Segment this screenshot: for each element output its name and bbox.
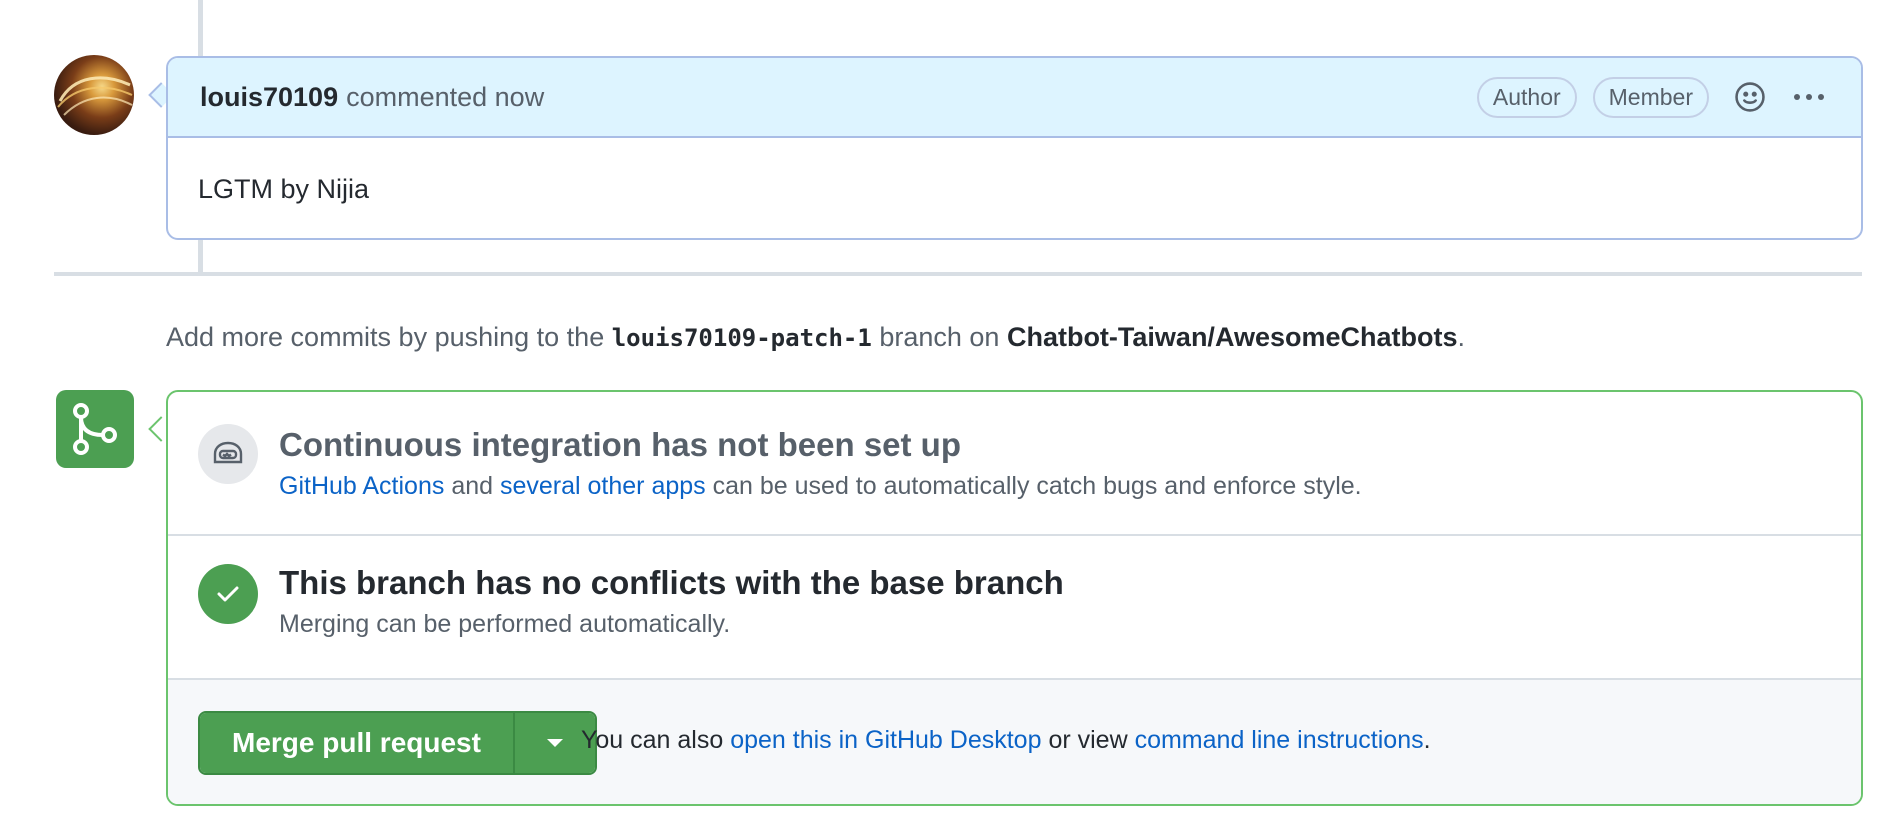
author-badge: Author bbox=[1476, 76, 1577, 118]
alt-suffix: . bbox=[1423, 726, 1431, 754]
branch-name: louis70109-patch-1 bbox=[611, 324, 872, 352]
comment-header-actions: Author Member bbox=[1461, 76, 1827, 118]
kebab-horizontal-icon[interactable] bbox=[1791, 91, 1827, 103]
ci-and-text: and bbox=[451, 472, 494, 500]
ci-description: GitHub Actions and several other apps ca… bbox=[279, 472, 1362, 501]
merge-pull-request-button[interactable]: Merge pull request bbox=[200, 713, 515, 773]
github-actions-link[interactable]: GitHub Actions bbox=[279, 472, 444, 500]
merge-button-group: Merge pull request bbox=[198, 711, 597, 775]
conflict-title: This branch has no conflicts with the ba… bbox=[279, 564, 1064, 601]
robot-icon bbox=[198, 424, 258, 484]
merge-alternatives-text: You can also open this in GitHub Desktop… bbox=[581, 726, 1431, 755]
comment-author[interactable]: louis70109 bbox=[200, 82, 338, 113]
member-badge: Member bbox=[1592, 76, 1709, 118]
alt-prefix: You can also bbox=[581, 726, 724, 754]
push-hint-prefix: Add more commits by pushing to the bbox=[166, 322, 605, 352]
alt-middle: or view bbox=[1048, 726, 1128, 754]
comment-header: louis70109 commented now Author Member bbox=[168, 58, 1861, 138]
triangle-down-icon bbox=[546, 739, 563, 747]
merge-box: Continuous integration has not been set … bbox=[166, 390, 1863, 806]
ci-title: Continuous integration has not been set … bbox=[279, 426, 961, 463]
github-desktop-link[interactable]: open this in GitHub Desktop bbox=[730, 726, 1041, 754]
avatar-image bbox=[57, 76, 133, 116]
timeline-divider bbox=[54, 272, 1862, 276]
comment-box: louis70109 commented now Author Member L… bbox=[166, 56, 1863, 240]
comment-timestamp[interactable]: commented now bbox=[346, 82, 544, 113]
git-merge-icon bbox=[56, 390, 134, 468]
check-icon bbox=[198, 564, 258, 624]
command-line-instructions-link[interactable]: command line instructions bbox=[1135, 726, 1424, 754]
ci-rest-text: can be used to automatically catch bugs … bbox=[712, 472, 1362, 500]
other-apps-link[interactable]: several other apps bbox=[500, 472, 706, 500]
merge-action-area: Merge pull request You can also open thi… bbox=[168, 680, 1861, 804]
ci-status-section: Continuous integration has not been set … bbox=[168, 392, 1861, 536]
conflict-description: Merging can be performed automatically. bbox=[279, 610, 731, 638]
push-hint-middle: branch on bbox=[879, 322, 1000, 352]
push-hint: Add more commits by pushing to the louis… bbox=[166, 322, 1465, 353]
push-hint-suffix: . bbox=[1457, 322, 1466, 352]
comment-body: LGTM by Nijia bbox=[198, 174, 370, 204]
smiley-icon[interactable] bbox=[1733, 80, 1767, 114]
repo-name: Chatbot-Taiwan/AwesomeChatbots bbox=[1006, 322, 1458, 352]
avatar[interactable] bbox=[54, 55, 134, 135]
